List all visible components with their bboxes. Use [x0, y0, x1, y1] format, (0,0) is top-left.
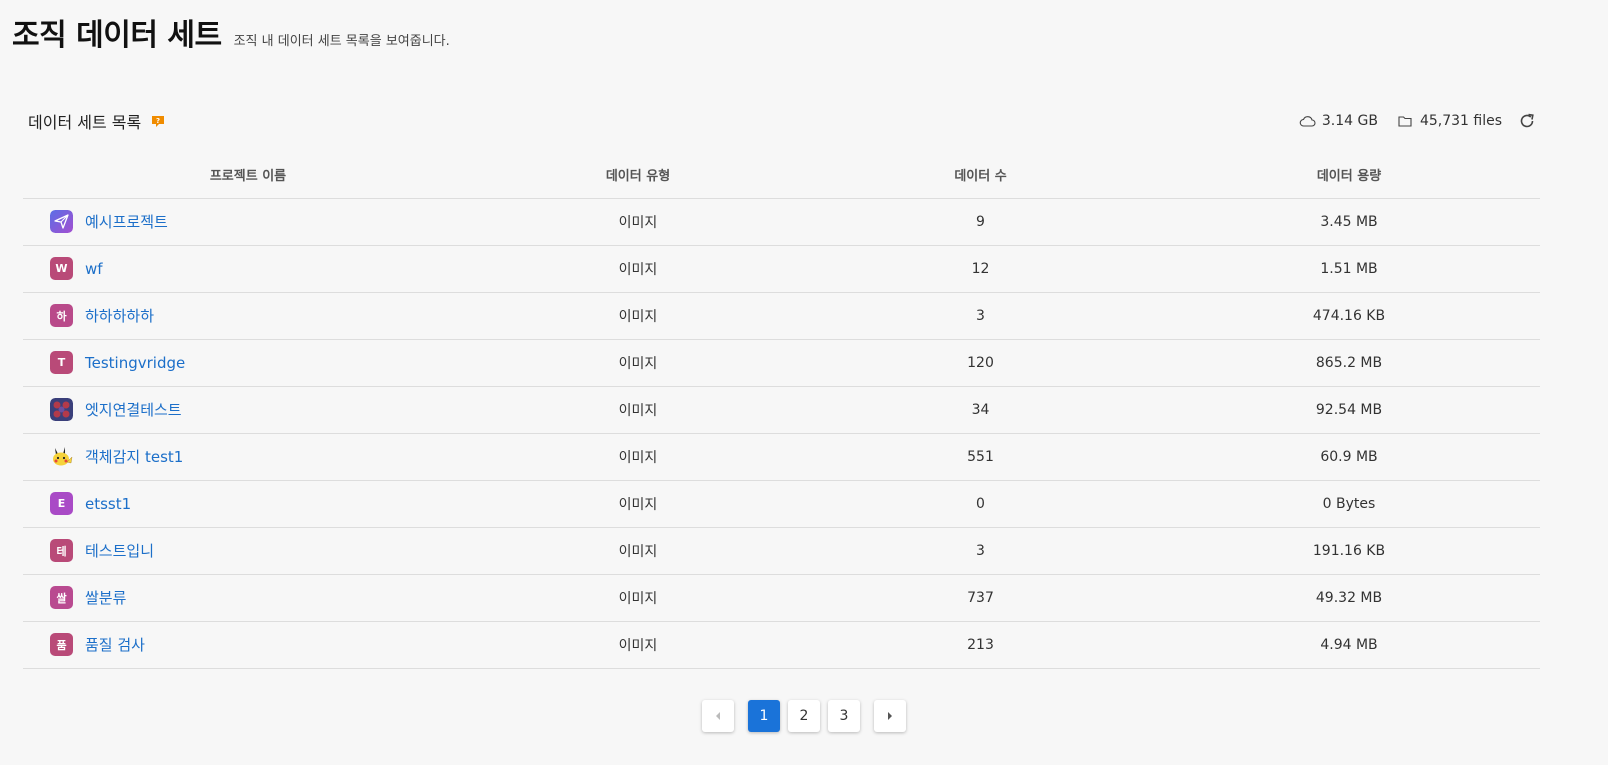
storage-size-value: 3.14 GB: [1321, 113, 1378, 129]
cell-data-size: 92.54 MB: [1158, 386, 1540, 434]
project-avatar: 품: [50, 633, 73, 656]
cell-data-type: 이미지: [473, 339, 803, 387]
cell-data-count: 9: [803, 198, 1158, 246]
page-button-3[interactable]: 3: [828, 700, 860, 732]
table-row[interactable]: 품 품질 검사 이미지 213 4.94 MB: [23, 621, 1540, 669]
project-link[interactable]: 품질 검사: [85, 634, 145, 655]
column-data-type[interactable]: 데이터 유형: [473, 152, 803, 199]
cell-data-size: 0 Bytes: [1158, 480, 1540, 528]
paper-plane-icon: [50, 210, 73, 233]
cell-data-size: 3.45 MB: [1158, 198, 1540, 246]
cell-data-type: 이미지: [473, 198, 803, 246]
cell-data-type: 이미지: [473, 386, 803, 434]
cell-data-size: 865.2 MB: [1158, 339, 1540, 387]
table-row[interactable]: 예시프로젝트 이미지 9 3.45 MB: [23, 198, 1540, 246]
file-count: 45,731 files: [1398, 113, 1502, 129]
dataset-list-header: 데이터 세트 목록 ? 3.14 GB 45,731 files: [28, 108, 1560, 134]
cell-data-count: 34: [803, 386, 1158, 434]
cell-project-name: 품 품질 검사: [23, 621, 473, 669]
help-icon[interactable]: ?: [150, 114, 165, 128]
cell-data-size: 4.94 MB: [1158, 621, 1540, 669]
cell-data-size: 191.16 KB: [1158, 527, 1540, 575]
storage-size: 3.14 GB: [1299, 113, 1378, 129]
project-link[interactable]: wf: [85, 260, 103, 278]
next-page-button[interactable]: [874, 700, 906, 732]
cell-data-size: 1.51 MB: [1158, 245, 1540, 293]
cell-project-name: 객체감지 test1: [23, 433, 473, 481]
file-count-value: 45,731 files: [1419, 113, 1502, 129]
project-link[interactable]: 예시프로젝트: [85, 211, 168, 232]
cell-project-name: Wwf: [23, 245, 473, 293]
cell-data-type: 이미지: [473, 574, 803, 622]
page-header: 조직 데이터 세트 조직 내 데이터 세트 목록을 보여줍니다.: [12, 10, 450, 54]
pikachu-icon: [50, 445, 73, 468]
cell-data-count: 120: [803, 339, 1158, 387]
column-project-name[interactable]: 프로젝트 이름: [23, 152, 473, 199]
page-button-1[interactable]: 1: [748, 700, 780, 732]
cell-data-size: 49.32 MB: [1158, 574, 1540, 622]
prev-page-button[interactable]: [702, 700, 734, 732]
table-header-row: 프로젝트 이름 데이터 유형 데이터 수 데이터 용량: [23, 152, 1540, 199]
page-subtitle: 조직 내 데이터 세트 목록을 보여줍니다.: [233, 34, 450, 49]
cell-data-count: 3: [803, 527, 1158, 575]
cell-data-type: 이미지: [473, 245, 803, 293]
cell-data-type: 이미지: [473, 433, 803, 481]
page-button-2[interactable]: 2: [788, 700, 820, 732]
cell-data-type: 이미지: [473, 480, 803, 528]
table-row[interactable]: 테 테스트입니 이미지 3 191.16 KB: [23, 527, 1540, 575]
section-title: 데이터 세트 목록: [28, 113, 142, 132]
project-avatar: 하: [50, 304, 73, 327]
page-title: 조직 데이터 세트: [12, 18, 222, 53]
column-data-size[interactable]: 데이터 용량: [1158, 152, 1540, 199]
dataset-table: 프로젝트 이름 데이터 유형 데이터 수 데이터 용량 예시프로젝트 이미지 9 3.…: [23, 152, 1540, 669]
cell-data-type: 이미지: [473, 292, 803, 340]
cell-data-count: 3: [803, 292, 1158, 340]
pagination: 1 2 3: [0, 700, 1608, 732]
table-row[interactable]: 쌀 쌀분류 이미지 737 49.32 MB: [23, 574, 1540, 622]
cell-data-size: 474.16 KB: [1158, 292, 1540, 340]
table-row[interactable]: 하 하하하하하 이미지 3 474.16 KB: [23, 292, 1540, 340]
project-link[interactable]: 엣지연결테스트: [85, 399, 182, 420]
project-link[interactable]: 테스트입니: [85, 540, 154, 561]
cell-data-type: 이미지: [473, 621, 803, 669]
project-link[interactable]: 객체감지 test1: [85, 446, 183, 467]
cell-project-name: T Testingvridge: [23, 339, 473, 387]
table-row[interactable]: Eetsst1 이미지 0 0 Bytes: [23, 480, 1540, 528]
project-link[interactable]: 하하하하하: [85, 305, 154, 326]
pattern-icon: [50, 398, 73, 421]
cell-data-type: 이미지: [473, 527, 803, 575]
storage-info: 3.14 GB 45,731 files: [1279, 108, 1536, 134]
project-link[interactable]: 쌀분류: [85, 587, 126, 608]
cell-data-count: 737: [803, 574, 1158, 622]
project-link[interactable]: etsst1: [85, 495, 131, 513]
svg-text:?: ?: [156, 117, 160, 125]
cell-project-name: 예시프로젝트: [23, 198, 473, 246]
table-row[interactable]: 엣지연결테스트 이미지 34 92.54 MB: [23, 386, 1540, 434]
project-avatar: 쌀: [50, 586, 73, 609]
column-data-count[interactable]: 데이터 수: [803, 152, 1158, 199]
table-row[interactable]: T Testingvridge 이미지 120 865.2 MB: [23, 339, 1540, 387]
cell-project-name: 테 테스트입니: [23, 527, 473, 575]
cell-data-size: 60.9 MB: [1158, 433, 1540, 481]
cell-project-name: 엣지연결테스트: [23, 386, 473, 434]
cell-data-count: 551: [803, 433, 1158, 481]
cloud-icon: [1299, 115, 1316, 127]
project-avatar: 테: [50, 539, 73, 562]
folder-icon: [1398, 115, 1412, 127]
cell-data-count: 0: [803, 480, 1158, 528]
cell-project-name: Eetsst1: [23, 480, 473, 528]
table-row[interactable]: 객체감지 test1 이미지 551 60.9 MB: [23, 433, 1540, 481]
table-row[interactable]: Wwf 이미지 12 1.51 MB: [23, 245, 1540, 293]
cell-project-name: 쌀 쌀분류: [23, 574, 473, 622]
cell-data-count: 213: [803, 621, 1158, 669]
project-avatar: W: [50, 257, 73, 280]
refresh-icon[interactable]: [1518, 112, 1536, 130]
chevron-left-icon: [716, 712, 720, 720]
cell-data-count: 12: [803, 245, 1158, 293]
chevron-right-icon: [888, 712, 892, 720]
project-link[interactable]: Testingvridge: [85, 354, 185, 372]
cell-project-name: 하 하하하하하: [23, 292, 473, 340]
project-avatar: T: [50, 351, 73, 374]
project-avatar: E: [50, 492, 73, 515]
